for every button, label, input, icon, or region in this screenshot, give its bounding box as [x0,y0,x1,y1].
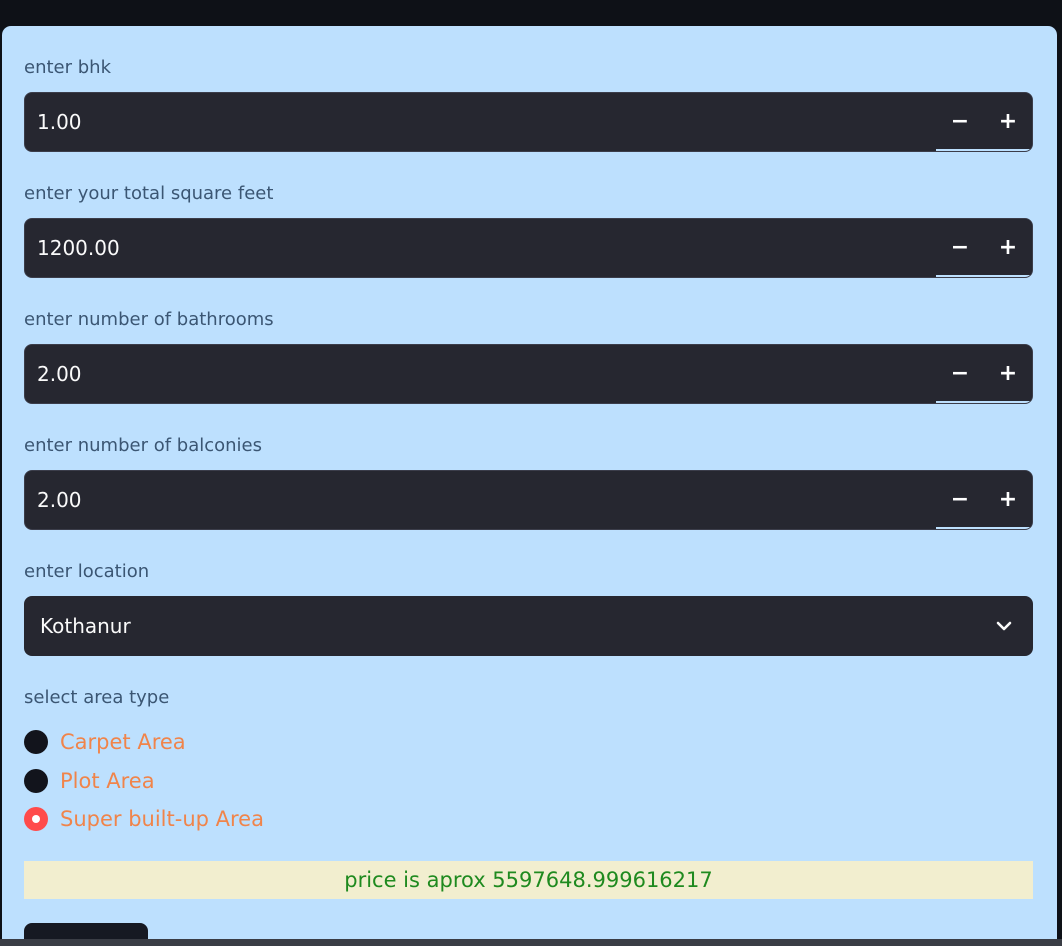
balcony-increment-button[interactable]: + [984,471,1032,528]
stepper-divider [936,527,1032,529]
bath-input[interactable]: 2.00 − + [24,344,1033,404]
bhk-input[interactable]: 1.00 − + [24,92,1033,152]
radio-button[interactable] [24,769,48,793]
stepper-divider [936,275,1032,277]
bhk-value: 1.00 [37,110,82,134]
bath-decrement-button[interactable]: − [936,345,984,402]
balcony-value: 2.00 [37,488,82,512]
bhk-stepper: − + [936,93,1032,151]
radio-button[interactable] [24,730,48,754]
stepper-divider [936,149,1032,151]
sqft-increment-button[interactable]: + [984,219,1032,276]
radio-carpet-area[interactable]: Carpet Area [24,728,186,756]
radio-super-built-up-area[interactable]: Super built-up Area [24,805,264,833]
radio-label: Carpet Area [60,730,186,754]
radio-label: Plot Area [60,769,155,793]
sqft-decrement-button[interactable]: − [936,219,984,276]
radio-button-selected[interactable] [24,807,48,831]
bath-value: 2.00 [37,362,82,386]
sqft-value: 1200.00 [37,236,120,260]
sqft-input[interactable]: 1200.00 − + [24,218,1033,278]
price-result-text: price is aprox 5597648.999616217 [344,868,713,892]
bhk-label: enter bhk [24,57,111,78]
bath-increment-button[interactable]: + [984,345,1032,402]
location-select[interactable]: Kothanur [24,596,1033,656]
form-panel: enter bhk 1.00 − + enter your total squa… [2,26,1057,946]
location-label: enter location [24,561,150,582]
horizontal-scrollbar[interactable] [0,939,1062,946]
bhk-decrement-button[interactable]: − [936,93,984,150]
sqft-label: enter your total square feet [24,183,274,204]
location-value: Kothanur [40,614,131,638]
sqft-stepper: − + [936,219,1032,277]
bath-stepper: − + [936,345,1032,403]
radio-plot-area[interactable]: Plot Area [24,767,155,795]
balcony-decrement-button[interactable]: − [936,471,984,528]
radio-label: Super built-up Area [60,807,264,831]
bath-label: enter number of bathrooms [24,309,274,330]
price-result-banner: price is aprox 5597648.999616217 [24,861,1033,899]
balcony-stepper: − + [936,471,1032,529]
chevron-down-icon[interactable] [995,618,1013,634]
stepper-divider [936,401,1032,403]
bhk-increment-button[interactable]: + [984,93,1032,150]
balcony-label: enter number of balconies [24,435,263,456]
area-type-label: select area type [24,687,170,708]
balcony-input[interactable]: 2.00 − + [24,470,1033,530]
